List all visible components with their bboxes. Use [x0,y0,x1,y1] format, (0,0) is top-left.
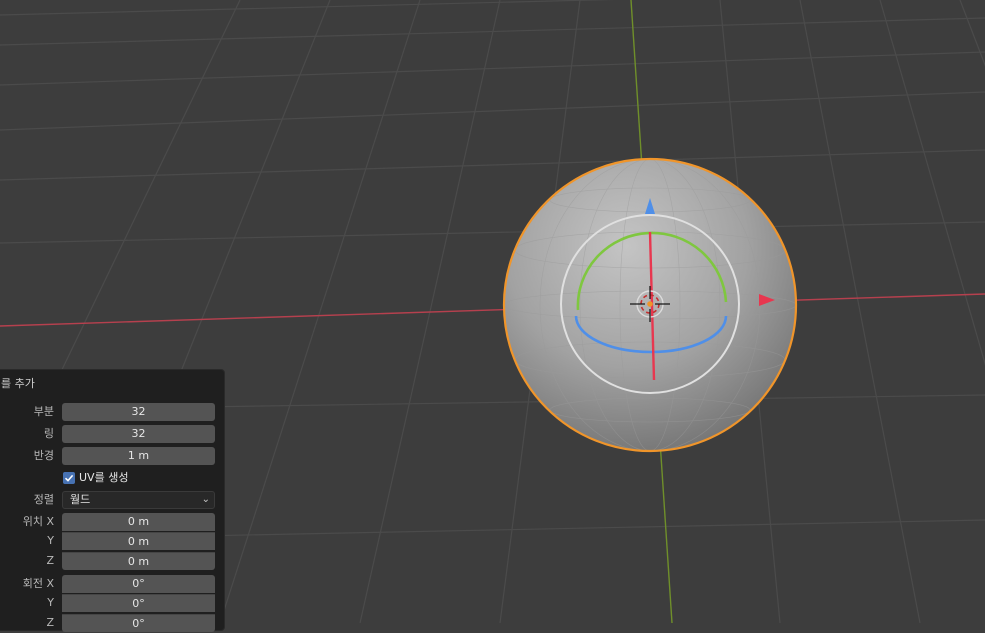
rings-field[interactable]: 32 [62,425,215,443]
location-y-label: Y [47,534,54,547]
location-x-label: 위치 X [22,515,54,528]
panel-title[interactable]: 를 추가 [1,375,35,393]
location-x-row: 위치 X 0 m [0,512,224,532]
radius-field[interactable]: 1 m [62,447,215,465]
rotation-y-row: Y 0° [0,593,224,613]
segments-label: 부분 [33,405,54,418]
rotation-x-label: 회전 X [22,577,54,590]
rotation-z-row: Z 0° [0,613,224,633]
location-z-label: Z [46,554,54,567]
rotation-z-field[interactable]: 0° [62,614,215,632]
rotation-y-field[interactable]: 0° [62,594,215,612]
rings-row: 링 32 [0,424,224,444]
origin-dot [647,301,653,307]
rotation-y-label: Y [47,596,54,609]
location-y-row: Y 0 m [0,531,224,551]
rings-label: 링 [43,427,54,440]
segments-row: 부분 32 [0,402,224,422]
align-dropdown[interactable]: 월드 ⌄ [62,491,215,509]
location-x-field[interactable]: 0 m [62,513,215,531]
rotation-x-field[interactable]: 0° [62,575,215,593]
chevron-down-icon: ⌄ [201,494,210,505]
align-value: 월드 [70,493,91,506]
radius-row: 반경 1 m [0,446,224,466]
location-y-field[interactable]: 0 m [62,532,215,550]
radius-label: 반경 [33,449,54,462]
rotation-x-row: 회전 X 0° [0,574,224,594]
align-row: 정렬 월드 ⌄ [0,490,224,510]
generate-uv-row: UV를 생성 [0,468,224,488]
align-label: 정렬 [33,493,54,506]
adjust-last-operation-panel[interactable]: 를 추가 부분 32 링 32 반경 1 m UV를 생성 정렬 월드 ⌄ 위치… [0,369,225,633]
location-z-row: Z 0 m [0,551,224,571]
location-z-field[interactable]: 0 m [62,552,215,570]
segments-field[interactable]: 32 [62,403,215,421]
generate-uv-checkbox[interactable] [63,472,75,484]
checkmark-icon [64,474,74,482]
rotation-z-label: Z [46,616,54,629]
generate-uv-label[interactable]: UV를 생성 [79,468,128,488]
